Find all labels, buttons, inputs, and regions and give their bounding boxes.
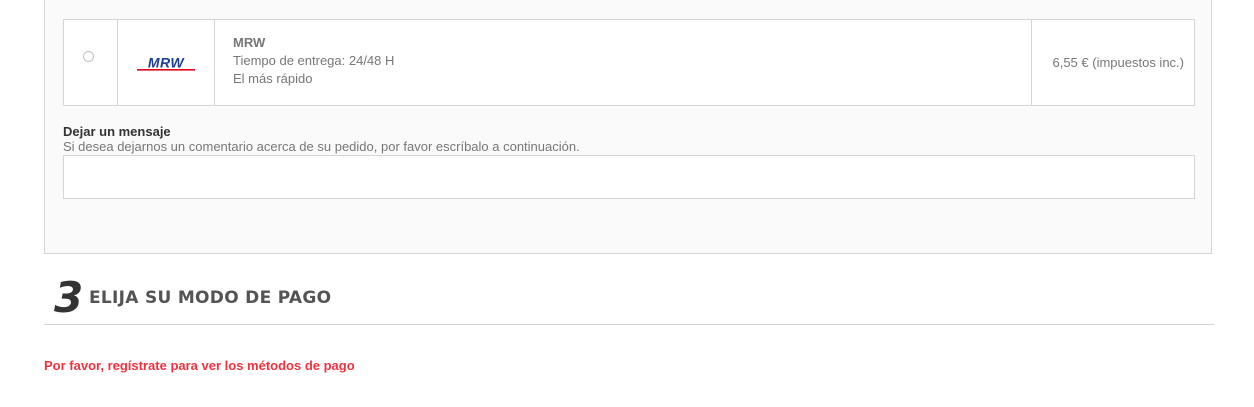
payment-login-warning: Por favor, regístrate para ver los métod… — [44, 358, 355, 373]
step-number: 3 — [54, 273, 84, 322]
carrier-name: MRW — [233, 35, 266, 50]
carrier-info-cell: MRW Tiempo de entrega: 24/48 H El más rá… — [215, 20, 1032, 105]
message-help-text: Si desea dejarnos un comentario acerca d… — [63, 139, 580, 154]
carrier-logo-cell: MRW — [118, 20, 215, 105]
carrier-radio-button[interactable] — [83, 51, 94, 62]
carrier-delivery-time: Tiempo de entrega: 24/48 H — [233, 53, 395, 68]
carrier-price: 6,55 € (impuestos inc.) — [1052, 55, 1184, 70]
shipping-panel: MRW MRW Tiempo de entrega: 24/48 H El má… — [44, 0, 1212, 254]
carrier-price-cell: 6,55 € (impuestos inc.) — [1032, 20, 1194, 105]
mrw-logo: MRW — [137, 55, 195, 71]
checkout-page: MRW MRW Tiempo de entrega: 24/48 H El má… — [0, 0, 1254, 407]
message-textarea[interactable] — [63, 155, 1195, 199]
carrier-radio-cell[interactable] — [64, 20, 118, 105]
message-label: Dejar un mensaje — [63, 124, 171, 139]
step-title: ELIJA SU MODO DE PAGO — [89, 288, 332, 308]
carrier-option-row[interactable]: MRW MRW Tiempo de entrega: 24/48 H El má… — [63, 19, 1195, 106]
step-divider — [44, 324, 1214, 325]
mrw-logo-text: MRW — [148, 55, 186, 71]
carrier-tagline: El más rápido — [233, 71, 313, 86]
mrw-logo-underline — [137, 68, 195, 71]
